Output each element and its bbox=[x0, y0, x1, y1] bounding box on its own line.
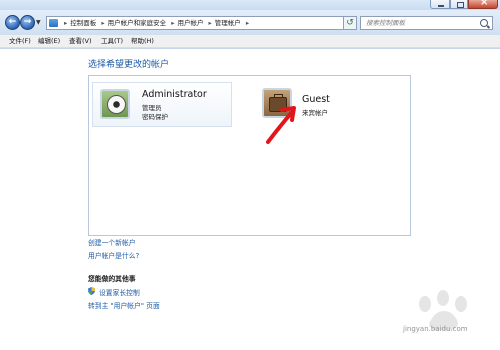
search-icon[interactable] bbox=[480, 19, 488, 27]
breadcrumb-user-accounts-family-safety[interactable]: 用户帐户和家庭安全 bbox=[108, 19, 167, 27]
other-tasks-title: 您能做的其他事 bbox=[88, 275, 136, 283]
menu-edit[interactable]: 编辑(E) bbox=[38, 35, 60, 47]
page-title: 选择希望更改的帐户 bbox=[88, 60, 170, 70]
menu-view[interactable]: 查看(V) bbox=[69, 35, 92, 47]
watermark-text: jingyan.baidu.com bbox=[403, 325, 468, 333]
maximize-button[interactable] bbox=[450, 0, 468, 9]
forward-button[interactable]: → bbox=[20, 15, 35, 30]
search-input[interactable]: 搜索控制面板 bbox=[360, 16, 493, 30]
menu-file[interactable]: 文件(F) bbox=[9, 35, 31, 47]
menu-tools[interactable]: 工具(T) bbox=[101, 35, 123, 47]
search-placeholder: 搜索控制面板 bbox=[366, 19, 405, 27]
account-status-administrator: 密码保护 bbox=[142, 113, 168, 121]
breadcrumb: ▸ 控制面板 ▸ 用户帐户和家庭安全 ▸ 用户帐户 ▸ 管理帐户 ▸ bbox=[64, 19, 250, 27]
soccer-ball-icon[interactable] bbox=[100, 89, 130, 119]
close-button[interactable] bbox=[468, 0, 498, 9]
what-is-user-account-link[interactable]: 用户帐户是什么? bbox=[88, 250, 139, 260]
create-account-link[interactable]: 创建一个新帐户 bbox=[88, 237, 136, 247]
control-panel-icon bbox=[49, 19, 58, 27]
account-name-guest[interactable]: Guest bbox=[302, 94, 330, 105]
shield-icon bbox=[88, 287, 95, 295]
annotation-arrow-icon bbox=[266, 106, 296, 144]
breadcrumb-control-panel[interactable]: 控制面板 bbox=[70, 19, 96, 27]
menu-help[interactable]: 帮助(H) bbox=[131, 35, 154, 47]
account-name-administrator[interactable]: Administrator bbox=[142, 89, 207, 100]
back-button[interactable]: ← bbox=[5, 15, 20, 30]
breadcrumb-user-accounts[interactable]: 用户帐户 bbox=[177, 19, 203, 27]
parental-controls-link[interactable]: 设置家长控制 bbox=[99, 287, 140, 297]
breadcrumb-manage-accounts[interactable]: 管理帐户 bbox=[215, 19, 241, 27]
refresh-button[interactable]: ↺ bbox=[343, 16, 357, 30]
navigation-bar: ← → ▼ ▸控制面板 ▸用户帐户和家庭安全 ▸用户帐户 ▸管理帐户 ▸ ▼ ↺… bbox=[0, 10, 500, 35]
minimize-button[interactable] bbox=[430, 0, 450, 9]
title-bar bbox=[0, 0, 500, 10]
main-user-accounts-link[interactable]: 转到主 "用户帐户" 页面 bbox=[88, 300, 160, 310]
address-bar[interactable]: ▸控制面板 ▸用户帐户和家庭安全 ▸用户帐户 ▸管理帐户 ▸ ▼ bbox=[46, 16, 356, 30]
recent-pages-dropdown[interactable]: ▼ bbox=[36, 19, 41, 26]
account-type-guest: 来宾帐户 bbox=[302, 109, 328, 117]
menu-bar: 文件(F) 编辑(E) 查看(V) 工具(T) 帮助(H) bbox=[0, 35, 500, 48]
